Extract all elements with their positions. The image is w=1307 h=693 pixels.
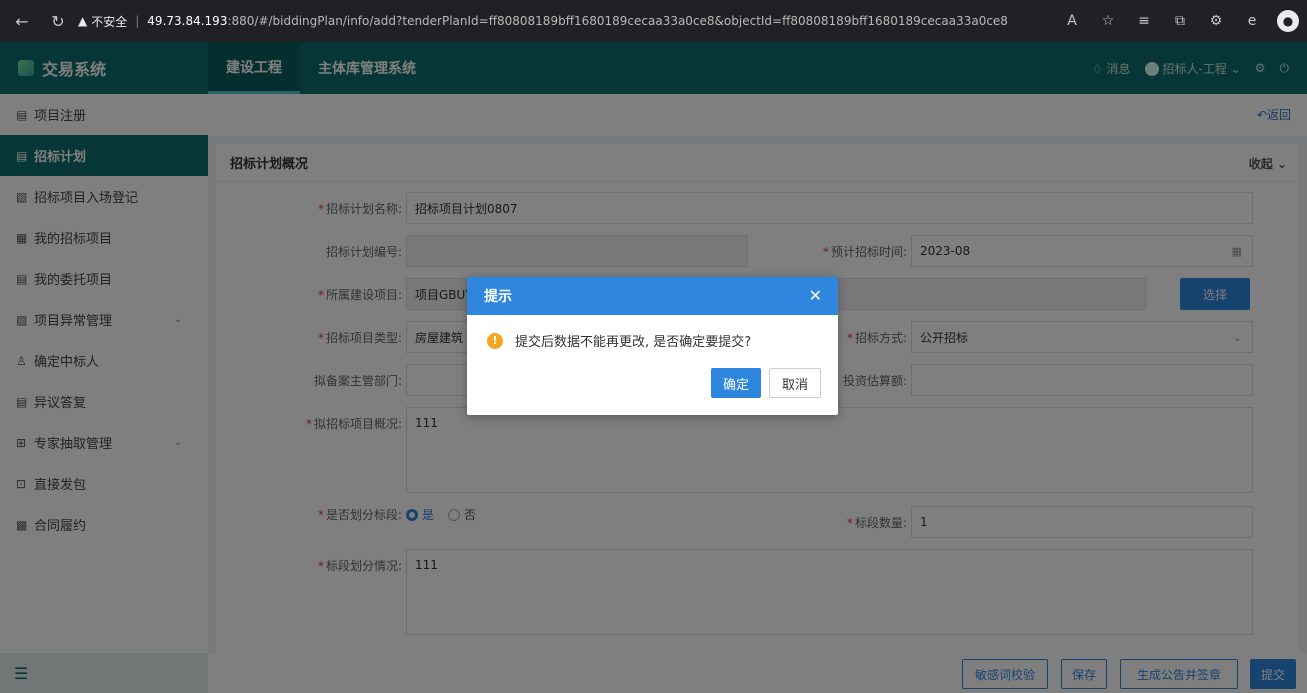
insecure-label: 不安全: [91, 14, 128, 29]
favorites-list-icon[interactable]: ≡: [1133, 10, 1155, 32]
read-aloud-icon[interactable]: A: [1061, 10, 1083, 32]
dialog-message: 提交后数据不能再更改, 是否确定要提交?: [515, 335, 752, 350]
confirm-button[interactable]: 确定: [710, 368, 761, 398]
warning-icon: !: [487, 332, 503, 349]
extensions-icon[interactable]: ⚙: [1205, 10, 1227, 32]
close-icon[interactable]: ✕: [809, 286, 822, 305]
dialog-title: 提示: [484, 289, 512, 305]
favorite-star-icon[interactable]: ☆: [1097, 10, 1119, 32]
collections-icon[interactable]: ⧉: [1169, 10, 1191, 32]
browser-toolbar: ← ↻ ▲ 不安全 | 49.73.84.193:880/#/biddingPl…: [0, 0, 1307, 42]
back-arrow-icon[interactable]: ←: [8, 7, 36, 35]
url-separator: |: [135, 14, 140, 28]
profile-avatar-icon[interactable]: ●: [1277, 10, 1299, 32]
browser-edge-icon[interactable]: e: [1241, 10, 1263, 32]
confirm-dialog: 提示 ✕ ! 提交后数据不能再更改, 是否确定要提交? 确定 取消: [467, 277, 838, 415]
url-path: :880/#/biddingPlan/info/add?tenderPlanId…: [227, 14, 1008, 28]
cancel-button[interactable]: 取消: [768, 368, 821, 398]
url-host: 49.73.84.193: [147, 14, 228, 28]
address-bar[interactable]: ▲ 不安全 | 49.73.84.193:880/#/biddingPlan/i…: [78, 6, 1008, 36]
warning-icon: ▲: [78, 14, 88, 28]
refresh-icon[interactable]: ↻: [44, 7, 72, 35]
